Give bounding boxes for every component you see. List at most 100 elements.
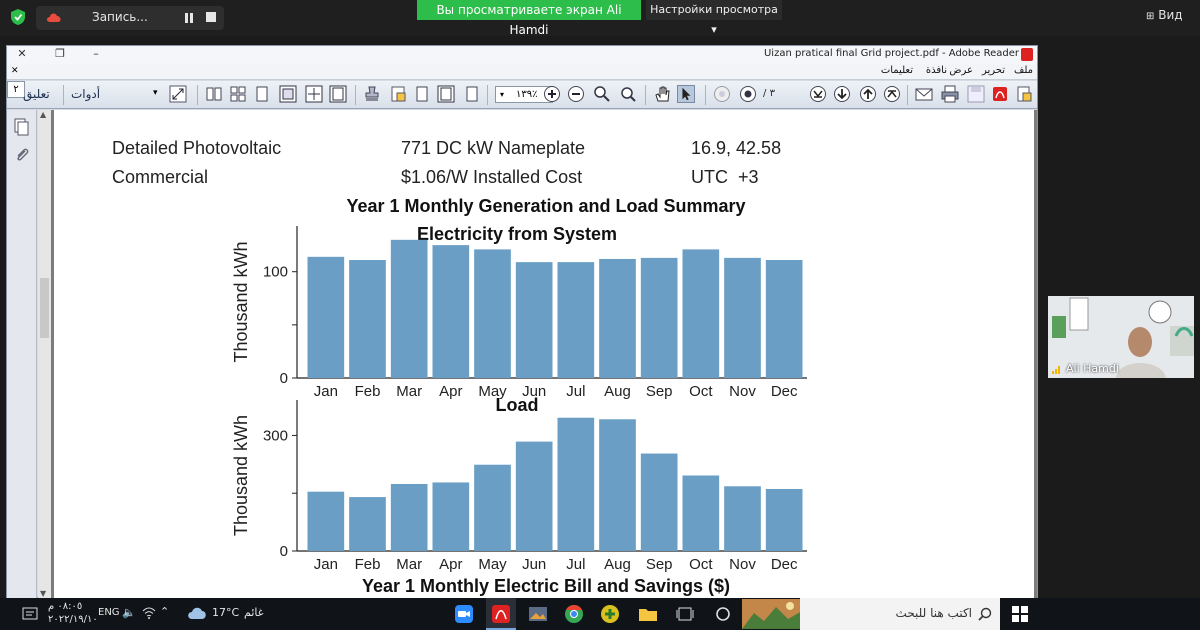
windows-start-icon[interactable] [1012,606,1028,622]
x-tick-label: Oct [689,383,713,400]
minimize-icon[interactable]: – [89,47,103,61]
hand-tool-icon[interactable] [653,85,671,103]
charts-svg: Electricity from System Thousand kWh 0 100 J… [231,224,807,573]
actual-size-icon[interactable] [329,85,347,103]
previous-view-icon[interactable] [713,85,731,103]
pages-panel-icon[interactable] [13,118,31,136]
bar-nov [724,257,761,378]
bar-aug [599,258,636,378]
dynamic-zoom-icon[interactable] [619,85,637,103]
x-tick-label: Jul [566,556,585,573]
scrollbar-thumb[interactable] [40,278,49,338]
bar-feb [349,260,386,378]
add-app-icon[interactable] [600,604,620,624]
print-icon[interactable] [941,85,959,103]
x-tick-label: Dec [771,383,798,400]
next-view-icon[interactable] [739,85,757,103]
x-tick-label: May [478,556,507,573]
show-hidden-icons-icon[interactable]: ⌃ [160,605,169,618]
chevron-down-icon[interactable]: ▾ [153,88,158,98]
vertical-scrollbar[interactable]: ▲ ▼ [38,110,51,598]
previous-page-icon[interactable] [859,85,877,103]
search-icon [978,607,992,621]
x-tick-label: Apr [439,383,462,400]
recording-label: Запись... [92,10,148,24]
bar-oct [682,249,720,378]
x-tick-label: Sep [646,556,673,573]
notification-icon[interactable] [22,606,38,622]
stop-icon[interactable] [206,12,216,22]
two-page-icon[interactable] [205,85,223,103]
attachments-paperclip-icon[interactable] [13,146,31,164]
marquee-zoom-icon[interactable] [593,85,611,103]
x-tick-label: Nov [729,556,756,573]
signal-strength-icon [1052,366,1060,374]
participant-video[interactable]: Ali Hamdi [1048,296,1194,378]
zoom-out-icon[interactable] [567,85,585,103]
weather-temperature[interactable]: 17°C [212,606,239,619]
cortana-icon[interactable] [714,605,732,623]
first-page-icon[interactable] [883,85,901,103]
zoom-in-icon[interactable] [543,85,561,103]
clock-date[interactable]: ٢٠٢٢/١٩/١٠ [48,614,98,625]
chrome-icon[interactable] [564,604,584,624]
menu-view[interactable]: عرض [949,65,973,76]
scroll-page-icon[interactable] [229,85,247,103]
file-explorer-icon[interactable] [638,604,658,624]
review-icon[interactable] [389,85,407,103]
fit-page-icon[interactable] [305,85,323,103]
scroll-up-icon[interactable]: ▲ [40,110,46,119]
stamp-icon[interactable] [363,85,381,103]
security-shield-icon[interactable] [10,8,26,26]
close-document-icon[interactable]: ✕ [11,66,19,76]
scroll-down-icon[interactable]: ▼ [40,589,46,598]
fit-width-icon[interactable] [279,85,297,103]
toolbar-separator [645,85,646,105]
restore-icon[interactable]: ❐ [53,47,67,61]
taskbar-adobe-reader[interactable] [486,598,516,630]
create-pdf-icon[interactable] [991,85,1009,103]
photos-app-icon[interactable] [528,604,548,624]
weather-cloud-icon[interactable] [186,605,208,621]
zoom-value: ١٣٩٪ [516,89,538,100]
wifi-icon[interactable] [142,607,156,619]
blank-page-icon[interactable] [413,85,431,103]
chart-title: Electricity from System [417,224,617,244]
search-highlight-icon[interactable] [742,599,802,629]
menu-window[interactable]: نافذة [926,65,947,76]
volume-icon[interactable]: 🔈 [122,606,136,619]
screen-share-banner: Вы просматриваете экран Ali Hamdi [417,0,641,37]
bar-dec [765,260,803,378]
title-bar: ✕ ❐ – Uizan pratical final Grid project.… [7,46,1037,64]
weather-condition[interactable]: غائم [244,606,264,619]
participant-name: Ali Hamdi [1066,362,1119,375]
view-options-dropdown[interactable]: Настройки просмотра ▾ [646,0,782,36]
clock-time[interactable]: ٠٨:٠٥ م [48,601,82,612]
x-tick-label: Mar [396,556,422,573]
menu-help[interactable]: تعليمات [881,65,913,76]
full-screen-icon[interactable] [169,85,187,103]
last-page-icon[interactable] [809,85,827,103]
select-tool-icon[interactable] [677,85,695,103]
zoom-app-icon[interactable] [454,604,474,624]
close-icon[interactable]: ✕ [15,47,29,61]
task-view-icon[interactable] [676,605,694,623]
save-icon[interactable] [967,85,985,103]
bar-feb [349,497,386,551]
y-tick-label: 300 [263,427,288,444]
menu-file[interactable]: ملف [1014,65,1033,76]
zoom-top-bar: Запись... Вы просматриваете экран Ali Ha… [0,0,1200,37]
view-button[interactable]: ⊞ Вид [1146,8,1183,22]
tools-button[interactable]: أدوات [71,87,100,101]
email-icon[interactable] [915,85,933,103]
next-page-icon[interactable] [833,85,851,103]
single-page-icon[interactable] [253,85,271,103]
taskbar-search-box[interactable]: اكتب هنا للبحث [800,598,1000,630]
page-view-icon[interactable] [437,85,455,103]
export-icon[interactable] [1015,85,1033,103]
page-thumbnail-icon[interactable] [463,85,481,103]
comment-button[interactable]: تعليق [23,87,50,101]
menu-edit[interactable]: تحرير [982,65,1005,76]
input-language[interactable]: ENG [98,607,120,618]
pause-icon[interactable] [184,12,194,24]
